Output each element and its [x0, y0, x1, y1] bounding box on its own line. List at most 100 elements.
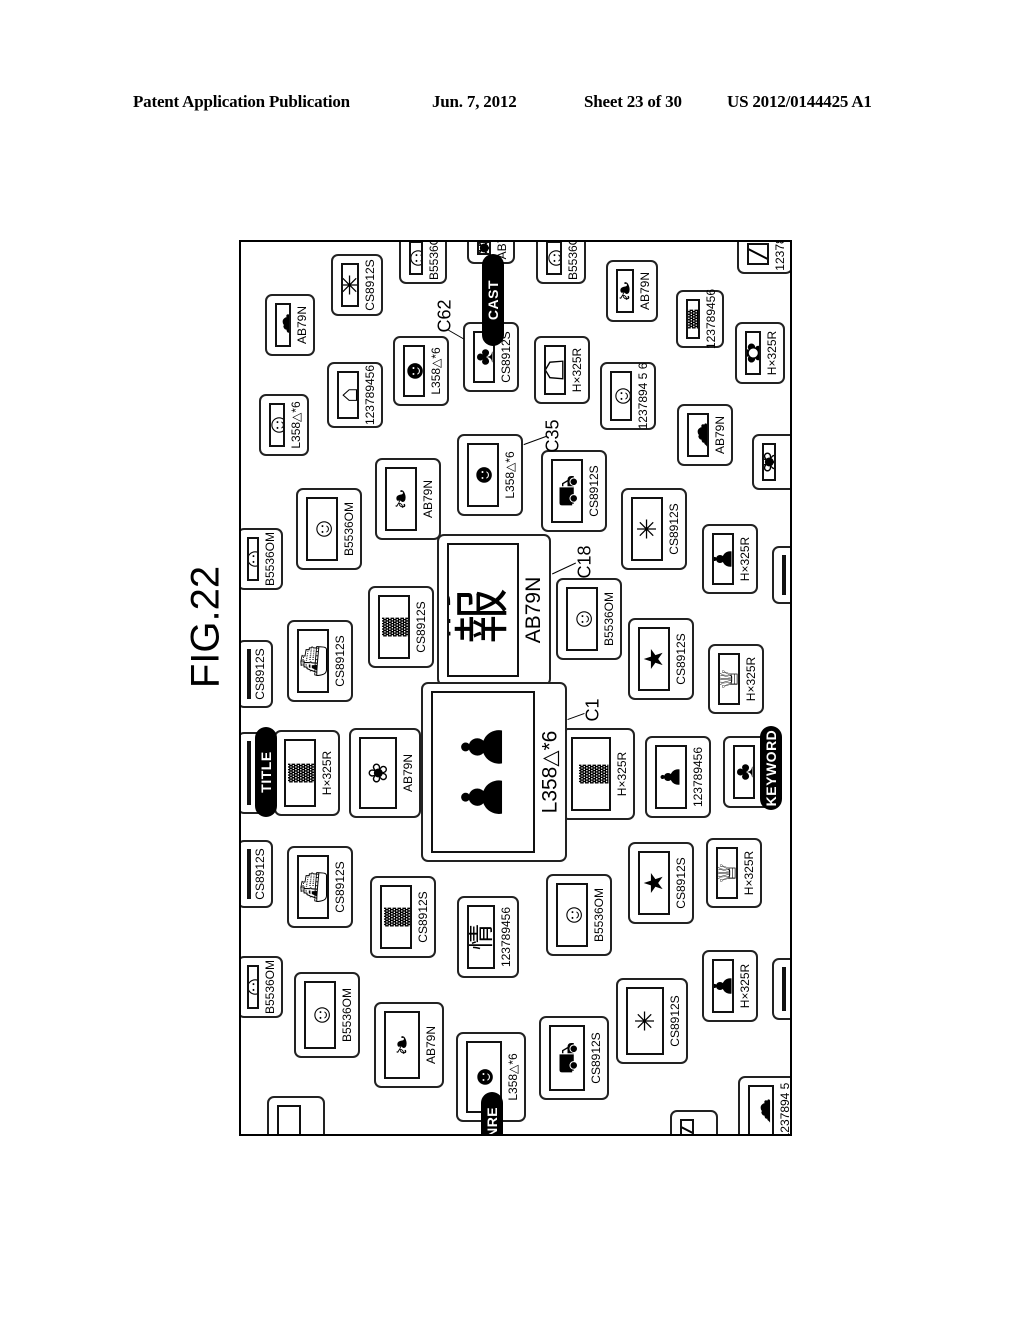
crowd-icon: ▓ [686, 299, 700, 339]
thumbnail[interactable]: ╱ [670, 1110, 718, 1134]
thumbnail[interactable]: ♟H×325R [702, 950, 758, 1022]
pattern-icon: ❀ [477, 242, 491, 255]
family-icon: ☺ [304, 981, 336, 1049]
sign-icon: 情 [467, 905, 495, 969]
thumbnail[interactable]: ⛟ CS8912S [541, 450, 607, 532]
thumbnail[interactable]: ☁AB79N [265, 294, 315, 356]
thumbnail[interactable]: ★ CS8912S [628, 842, 694, 924]
thumbnail[interactable]: ★ CS8912S [628, 618, 694, 700]
title-tag[interactable]: TITLE [255, 727, 277, 817]
thumbnail[interactable]: ♕H×325R [708, 644, 764, 714]
thumbnail[interactable]: ╱12378 [737, 242, 790, 274]
person-desk-icon: ♟ [712, 959, 734, 1013]
tree-icon: ♣ [247, 649, 251, 699]
focused-item-c1[interactable]: ♟♟ L358△*6 [421, 682, 567, 862]
thumbnail[interactable]: 情 123789456 [457, 896, 519, 978]
thumbnail[interactable]: ⌂123789456 [327, 362, 383, 428]
family-icon: ☺ [306, 497, 338, 561]
thumbnail[interactable]: ⛴ CS8912S [287, 620, 353, 702]
thumbnail[interactable]: ☻L358△*6 [457, 434, 523, 516]
person-desk-icon: ♟ [712, 533, 734, 585]
crowd-icon: ▓ [378, 595, 410, 659]
cat-icon: ❧ [385, 467, 417, 531]
clouds-icon: ☁ [687, 413, 709, 457]
family-icon: ☺ [409, 242, 423, 275]
tree-icon: ♣ [247, 849, 251, 899]
house-icon: ⌂ [337, 371, 359, 419]
thumbnail[interactable]: ✿H×325R [735, 322, 785, 384]
cast-tag[interactable]: CAST [482, 254, 504, 346]
thumbnail[interactable]: ♟H×325R [702, 524, 758, 594]
keyword-tag[interactable]: KEYWORD [760, 726, 782, 810]
road-icon: ╱ [747, 243, 769, 265]
cat-icon: ❧ [384, 1011, 420, 1079]
bear-icon: ❀ [359, 737, 397, 809]
ship-icon: ⛴ [297, 629, 329, 693]
thumbnail[interactable] [267, 1096, 325, 1134]
thumbnail[interactable]: ☺B5536OM [556, 578, 622, 660]
leader-line [552, 562, 576, 575]
thumbnail[interactable]: ▓ H×325R [561, 728, 635, 820]
thumbnail[interactable]: ❧AB79N [375, 458, 441, 540]
thumbnail[interactable]: ☺L358△*6 [259, 394, 309, 456]
thumbnail[interactable]: ☺B5536O [399, 242, 447, 284]
information-sign-icon: 情報～ [447, 543, 519, 677]
thumbnail[interactable]: ❀ AB79N [349, 728, 421, 818]
man-portrait-icon: ☺ [610, 371, 632, 421]
reference-c62: C62 [434, 299, 455, 333]
thumbnail[interactable]: ⛴ CS8912S [287, 846, 353, 928]
thumbnail[interactable]: ♕H×325R [706, 838, 762, 908]
thumbnail[interactable]: ⛟ CS8912S [539, 1016, 609, 1100]
thumbnail[interactable]: ☺B5536OM [294, 972, 360, 1058]
thumbnail[interactable]: ☁ [772, 958, 790, 1020]
thumbnail[interactable]: ▓123789456 [676, 289, 724, 349]
ship-icon: ⛴ [297, 855, 329, 919]
thumbnail[interactable]: ✳CS8912S [616, 978, 688, 1064]
figure-label: FIG.22 [183, 565, 228, 689]
family-icon: ☺ [247, 965, 259, 1009]
focused-item-c18[interactable]: 情報～ AB79N [437, 534, 551, 686]
crowd-icon: ▓ [571, 737, 611, 811]
thumbnail[interactable]: ♟ 123789456 [645, 736, 711, 818]
thumbnail[interactable]: ❧AB79N [606, 260, 658, 322]
thumbnail-display-screen: ☁AB79N ✳CS8912S ☺B5536O ❀AB7 ☺B5536O ❧AB… [239, 240, 792, 1136]
family-icon: ☺ [247, 537, 259, 581]
clouds-icon: ☁ [782, 967, 786, 1011]
thumbnail[interactable]: ✳CS8912S [621, 488, 687, 570]
thumbnail[interactable]: ☺B5536O [536, 242, 586, 284]
thumbnail[interactable]: ☺B5536OM [546, 874, 612, 956]
two-people-icon: ♟ [655, 745, 687, 809]
thumbnail[interactable]: ❧AB79N [374, 1002, 444, 1088]
thumbnail[interactable]: ✳CS8912S [331, 254, 383, 316]
car-icon: ⛟ [549, 1025, 585, 1091]
thumbnail[interactable]: ▓ CS8912S [370, 876, 436, 958]
house-icon: ✿ [745, 331, 761, 375]
thumbnail[interactable]: ☺B5536OM [241, 528, 283, 590]
thumbnail[interactable]: ▓ CS8912S [368, 586, 434, 668]
thumbnail[interactable]: ♣CS8912S [241, 840, 273, 908]
thumbnail[interactable]: ☺B5536OM [296, 488, 362, 570]
pattern-icon: ❀ [762, 443, 776, 481]
thumbnail[interactable]: ☻L358△*6 [393, 336, 449, 406]
thumbnail[interactable]: ☺B5536OM [241, 956, 283, 1018]
two-people-walking-icon: ♟♟ [431, 691, 535, 853]
man-portrait-icon: ☺ [566, 587, 598, 651]
thumbnail[interactable]: ☖H×325R [534, 336, 590, 404]
man-portrait-icon: ☺ [556, 883, 588, 947]
people-table-icon: ♕ [718, 653, 740, 705]
face-icon: ☺ [269, 403, 285, 447]
thumbnail[interactable]: ♣CS8912S [241, 640, 273, 708]
patent-number: US 2012/0144425 A1 [727, 92, 872, 111]
thumbnail[interactable]: ☁AB79N [677, 404, 733, 466]
building-icon: ☖ [544, 345, 566, 395]
thumbnail[interactable]: ☁1237894 5 [738, 1076, 790, 1134]
people-table-icon: ♕ [716, 847, 738, 899]
thumbnail[interactable]: ☺1237894 5 6 [600, 362, 656, 430]
genre-tag[interactable]: GENRE [481, 1092, 503, 1134]
road-icon: ╱ [680, 1119, 694, 1134]
thumbnail[interactable]: ☁ [772, 546, 790, 604]
cat-icon: ❧ [616, 269, 634, 313]
thumbnail[interactable]: ❀ [752, 434, 790, 490]
thumbnail[interactable]: ▓ H×325R [274, 730, 340, 816]
clouds-icon: ☁ [748, 1085, 774, 1134]
